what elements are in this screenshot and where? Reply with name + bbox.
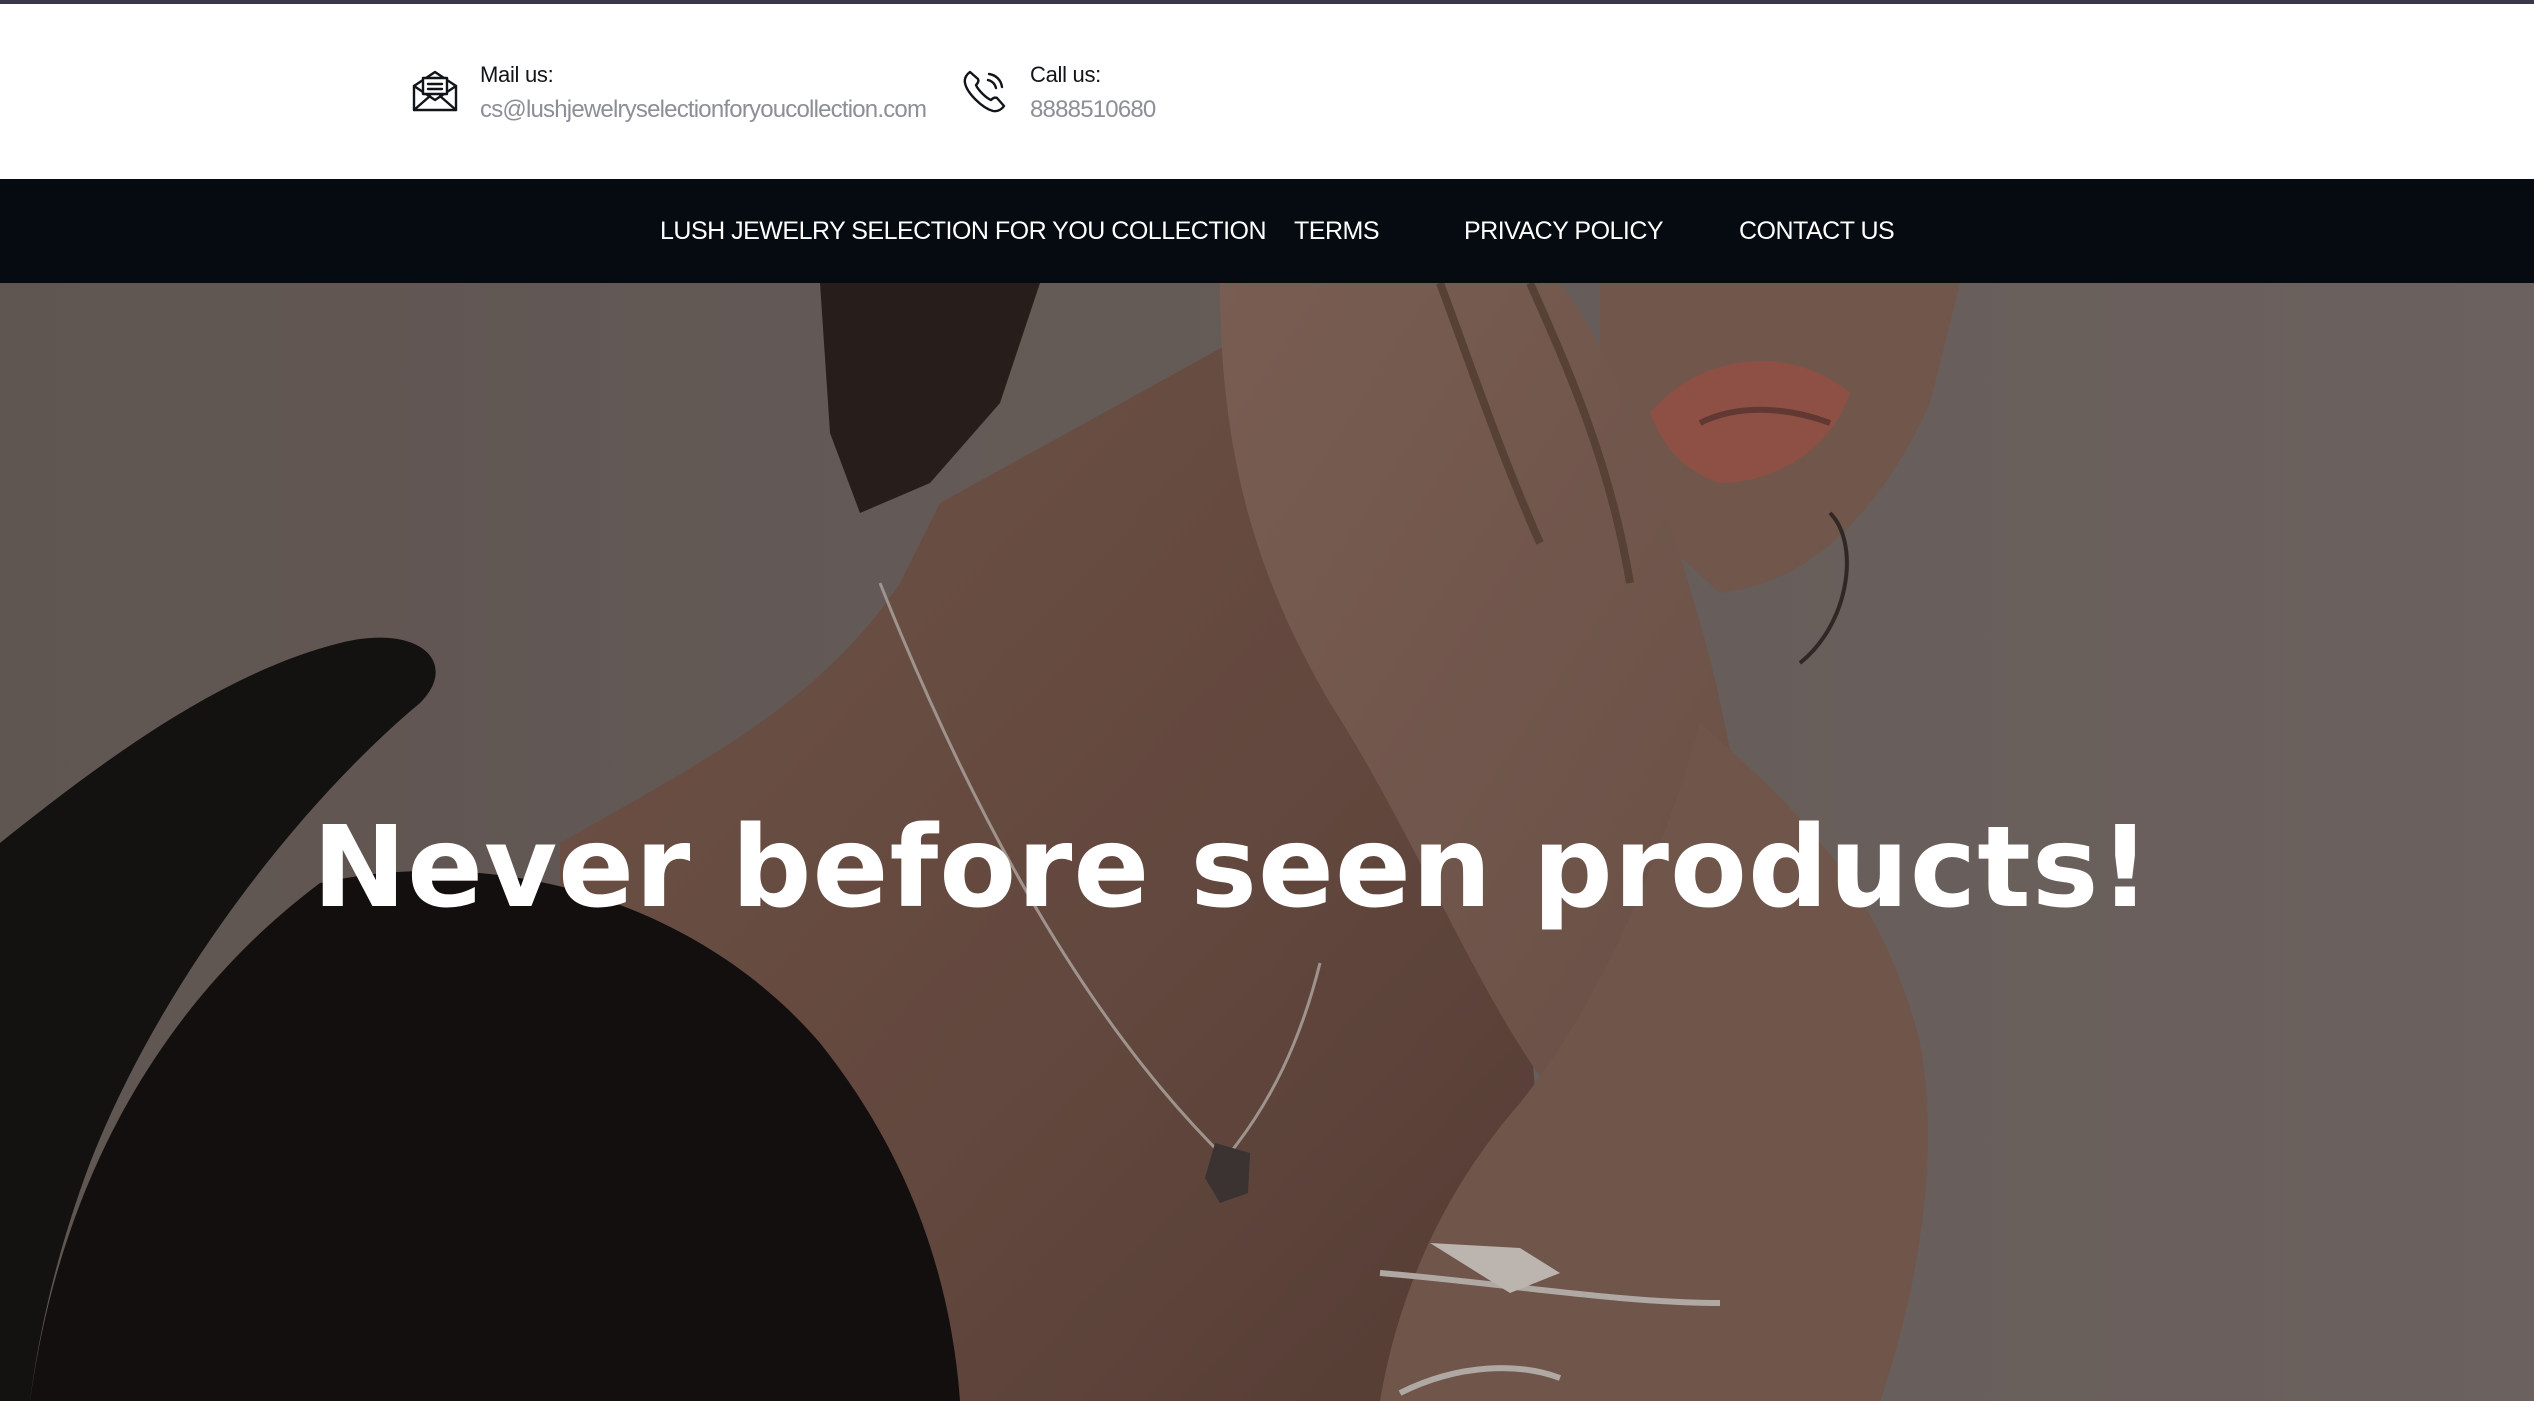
call-text: Call us: 8888510680 bbox=[1030, 60, 1156, 128]
mail-address[interactable]: cs@lushjewelryselectionforyoucollection.… bbox=[480, 92, 927, 128]
nav-item-privacy-policy[interactable]: PRIVACY POLICY bbox=[1464, 179, 1664, 283]
call-contact[interactable]: Call us: 8888510680 bbox=[960, 60, 1156, 128]
mail-text: Mail us: cs@lushjewelryselectionforyouco… bbox=[480, 60, 927, 128]
hero-heading: Never before seen products! bbox=[0, 803, 2534, 933]
envelope-icon bbox=[410, 66, 460, 116]
nav-item-terms[interactable]: TERMS bbox=[1294, 179, 1380, 283]
hero-heading-text: Never before seen products! bbox=[312, 803, 2152, 933]
contact-bar: Mail us: cs@lushjewelryselectionforyouco… bbox=[0, 4, 2534, 179]
mail-label: Mail us: bbox=[480, 62, 554, 87]
main-nav: LUSH JEWELRY SELECTION FOR YOU COLLECTIO… bbox=[0, 179, 2534, 283]
call-label: Call us: bbox=[1030, 62, 1101, 87]
mail-contact[interactable]: Mail us: cs@lushjewelryselectionforyouco… bbox=[410, 60, 927, 128]
hero-banner: Never before seen products! bbox=[0, 283, 2534, 1401]
phone-number[interactable]: 8888510680 bbox=[1030, 92, 1156, 128]
nav-item-contact-us[interactable]: CONTACT US bbox=[1739, 179, 1895, 283]
nav-item-collection[interactable]: LUSH JEWELRY SELECTION FOR YOU COLLECTIO… bbox=[660, 179, 1267, 283]
phone-icon bbox=[960, 66, 1010, 116]
page: Mail us: cs@lushjewelryselectionforyouco… bbox=[0, 0, 2534, 1401]
